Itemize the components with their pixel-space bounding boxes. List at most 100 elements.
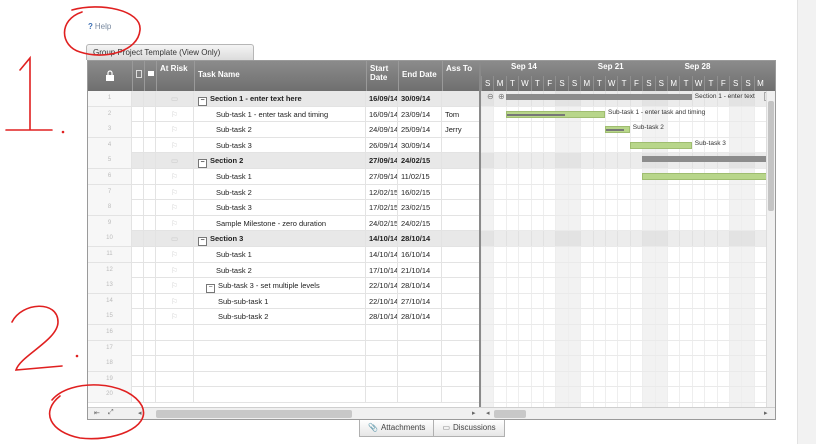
at-risk-cell[interactable]: ⚐ xyxy=(156,184,194,200)
attachment-cell[interactable] xyxy=(132,91,144,106)
gantt-scroll-thumb[interactable] xyxy=(494,410,526,418)
row-menu-header[interactable] xyxy=(88,61,132,91)
attachment-column-header[interactable] xyxy=(132,61,144,91)
comment-column-header[interactable] xyxy=(144,61,156,91)
assigned-to-cell[interactable] xyxy=(442,278,479,293)
task-name-header[interactable]: Task Name xyxy=(194,61,366,91)
end-date-cell[interactable]: 28/10/14 xyxy=(398,231,442,247)
comment-cell[interactable] xyxy=(144,137,156,153)
attachment-cell[interactable] xyxy=(132,309,144,325)
assigned-to-cell[interactable] xyxy=(442,372,479,387)
start-date-cell[interactable]: 27/09/14 xyxy=(366,153,398,169)
task-name-cell[interactable]: Sub-task 1 - enter task and timing xyxy=(194,106,366,122)
flag-icon[interactable]: ⚐ xyxy=(171,219,178,228)
table-row[interactable]: 20 xyxy=(88,387,479,403)
end-date-header[interactable]: End Date xyxy=(398,61,442,91)
task-name-cell[interactable]: − Section 1 - enter text here xyxy=(194,91,366,106)
task-name-cell[interactable] xyxy=(194,356,366,372)
assigned-to-cell[interactable] xyxy=(442,91,479,106)
comment-cell[interactable] xyxy=(144,168,156,184)
table-row[interactable]: 2 ⚐ Sub-task 1 - enter task and timing 16/0… xyxy=(88,106,479,123)
comment-cell[interactable] xyxy=(144,387,156,403)
task-name-cell[interactable]: Sub-sub-task 2 xyxy=(194,309,366,325)
start-date-cell[interactable]: 28/10/14 xyxy=(366,309,398,325)
at-risk-cell[interactable]: ▭ xyxy=(156,153,194,169)
start-date-cell[interactable]: 26/09/14 xyxy=(366,137,398,153)
attachment-cell[interactable] xyxy=(132,200,144,216)
assigned-to-cell[interactable] xyxy=(442,294,479,309)
task-name-cell[interactable]: Sub-task 1 xyxy=(194,168,366,184)
comment-cell[interactable] xyxy=(144,106,156,122)
flag-icon[interactable]: ⚐ xyxy=(171,141,178,150)
expand-icon[interactable]: ⤢ xyxy=(108,409,114,417)
task-name-cell[interactable]: Sub-sub-task 1 xyxy=(194,293,366,309)
task-name-cell[interactable]: Sample Milestone - zero duration xyxy=(194,215,366,231)
first-page-icon[interactable]: ⇤ xyxy=(94,409,100,417)
assigned-to-cell[interactable] xyxy=(442,325,479,340)
table-row[interactable]: 16 xyxy=(88,324,479,341)
at-risk-cell[interactable] xyxy=(156,340,194,356)
task-name-cell[interactable] xyxy=(194,371,366,387)
comment-cell[interactable] xyxy=(144,356,156,372)
comment-cell[interactable] xyxy=(144,278,156,294)
attachment-cell[interactable] xyxy=(132,340,144,356)
at-risk-cell[interactable]: ⚐ xyxy=(156,246,194,262)
horizontal-scrollbar[interactable]: ⇤ ⤢ ◂ ▸ ◂ ▸ xyxy=(88,407,775,419)
task-name-cell[interactable]: Sub-task 3 xyxy=(194,200,366,216)
start-date-cell[interactable] xyxy=(366,324,398,340)
table-row[interactable]: 12 ⚐ Sub-task 2 17/10/14 21/10/14 xyxy=(88,262,479,279)
table-row[interactable]: 14 ⚐ Sub-sub-task 1 22/10/14 27/10/14 xyxy=(88,293,479,310)
attachment-cell[interactable] xyxy=(132,324,144,340)
start-date-cell[interactable]: 12/02/15 xyxy=(366,184,398,200)
end-date-cell[interactable]: 28/10/14 xyxy=(398,278,442,294)
comment-cell[interactable] xyxy=(144,371,156,387)
comment-cell[interactable] xyxy=(144,200,156,216)
at-risk-cell[interactable]: ⚐ xyxy=(156,200,194,216)
gantt-scroll-right-icon[interactable]: ▸ xyxy=(764,409,768,417)
flag-icon[interactable]: ⚐ xyxy=(171,125,178,134)
end-date-cell[interactable]: 21/10/14 xyxy=(398,262,442,278)
section-row[interactable]: 10 ▭ − Section 3 14/10/14 28/10/14 xyxy=(88,231,479,247)
start-date-cell[interactable]: 24/09/14 xyxy=(366,122,398,138)
scroll-left-icon[interactable]: ◂ xyxy=(138,409,142,417)
attachment-cell[interactable] xyxy=(132,231,144,247)
end-date-cell[interactable]: 30/09/14 xyxy=(398,91,442,106)
flag-icon[interactable]: ⚐ xyxy=(171,312,178,321)
gantt-vertical-scrollbar[interactable] xyxy=(766,91,775,407)
task-name-cell[interactable]: − Section 2 xyxy=(194,153,366,169)
assigned-to-cell[interactable] xyxy=(442,185,479,200)
subtask-2-bar[interactable] xyxy=(605,126,630,134)
at-risk-cell[interactable]: ⚐ xyxy=(156,122,194,138)
at-risk-cell[interactable]: ⚐ xyxy=(156,293,194,309)
assigned-to-cell[interactable] xyxy=(442,263,479,278)
comment-cell[interactable] xyxy=(144,293,156,309)
flag-icon[interactable]: ⚐ xyxy=(171,172,178,181)
end-date-cell[interactable]: 28/10/14 xyxy=(398,309,442,325)
attachment-cell[interactable] xyxy=(132,278,144,294)
comment-cell[interactable] xyxy=(144,324,156,340)
attachment-cell[interactable] xyxy=(132,106,144,122)
assigned-to-cell[interactable]: Tom xyxy=(442,107,479,122)
end-date-cell[interactable]: 16/10/14 xyxy=(398,246,442,262)
end-date-cell[interactable]: 27/10/14 xyxy=(398,293,442,309)
table-row[interactable]: 6 ⚐ Sub-task 1 27/09/14 11/02/15 xyxy=(88,168,479,185)
attachment-cell[interactable] xyxy=(132,137,144,153)
task-name-cell[interactable]: Sub-task 3 xyxy=(194,137,366,153)
task-name-cell[interactable]: Sub-task 2 xyxy=(194,262,366,278)
collapse-icon[interactable]: − xyxy=(198,159,207,169)
at-risk-cell[interactable]: ⚐ xyxy=(156,215,194,231)
comment-cell[interactable] xyxy=(144,184,156,200)
assigned-to-cell[interactable] xyxy=(442,153,479,168)
end-date-cell[interactable]: 25/09/14 xyxy=(398,122,442,138)
table-row[interactable]: 18 xyxy=(88,356,479,372)
attachment-cell[interactable] xyxy=(132,356,144,372)
start-date-cell[interactable]: 27/09/14 xyxy=(366,168,398,184)
start-date-cell[interactable]: 24/02/15 xyxy=(366,215,398,231)
flag-icon[interactable]: ⚐ xyxy=(171,250,178,259)
section-2-subtask-1-bar[interactable] xyxy=(642,173,775,180)
end-date-cell[interactable]: 24/02/15 xyxy=(398,215,442,231)
assigned-to-cell[interactable] xyxy=(442,247,479,262)
attachment-cell[interactable] xyxy=(132,262,144,278)
scroll-right-icon[interactable]: ▸ xyxy=(472,409,476,417)
assigned-to-cell[interactable] xyxy=(442,169,479,184)
